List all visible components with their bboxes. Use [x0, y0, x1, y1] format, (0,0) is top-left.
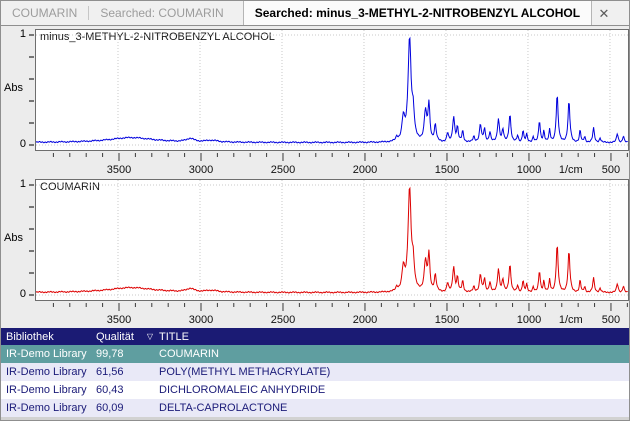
svg-text:3500: 3500: [107, 164, 131, 176]
column-header-qualitaet-label: Qualität: [96, 331, 134, 343]
cell-title: DELTA-CAPROLACTONE: [159, 402, 629, 414]
tab-coumarin[interactable]: COUMARIN: [1, 1, 88, 25]
table-row-delta-caprolactone[interactable]: IR-Demo Library 60,09 DELTA-CAPROLACTONE: [1, 399, 629, 417]
column-header-bibliothek[interactable]: Bibliothek: [1, 331, 91, 343]
svg-text:1500: 1500: [435, 314, 459, 326]
table-row-coumarin[interactable]: IR-Demo Library 99,78 COUMARIN: [1, 345, 629, 363]
spectra-panel: 1 Abs 0 minus_3-METHYL-2-NITROBENZYL ALC…: [1, 26, 629, 328]
svg-text:1/cm: 1/cm: [559, 164, 583, 176]
tab-searched-minus-3-methyl-2-nitrobenzyl-alcohol[interactable]: Searched: minus_3-METHYL-2-NITROBENZYL A…: [243, 1, 592, 25]
svg-text:2500: 2500: [271, 314, 295, 326]
table-row-dichloromaleic-anhydride[interactable]: IR-Demo Library 60,43 DICHLOROMALEIC ANH…: [1, 381, 629, 399]
svg-text:1000: 1000: [517, 314, 541, 326]
cell-title: DICHLOROMALEIC ANHYDRIDE: [159, 384, 629, 396]
cell-quality: 60,43: [91, 384, 159, 396]
plot-area-reference[interactable]: COUMARIN: [35, 179, 629, 301]
spectrum-block-reference: 1 Abs 0 COUMARIN 3500 3000 2500 2000 1500 100…: [1, 179, 629, 328]
cell-title: COUMARIN: [159, 348, 629, 360]
cell-library: IR-Demo Library: [1, 402, 91, 414]
search-results-table: Bibliothek Qualität ▽ TITLE IR-Demo Libr…: [1, 328, 629, 417]
y-axis-searched: 1 Abs 0: [1, 29, 35, 151]
table-header: Bibliothek Qualität ▽ TITLE: [1, 328, 629, 345]
svg-text:500: 500: [602, 164, 620, 176]
cell-library: IR-Demo Library: [1, 348, 91, 360]
close-icon[interactable]: ✕: [595, 1, 613, 26]
svg-text:2500: 2500: [271, 164, 295, 176]
bottom-strip: [1, 417, 629, 420]
svg-text:3500: 3500: [107, 314, 131, 326]
application-window: COUMARIN Searched: COUMARIN Searched: mi…: [0, 0, 630, 421]
plot-area-searched[interactable]: minus_3-METHYL-2-NITROBENZYL ALCOHOL: [35, 29, 629, 151]
tab-searched-coumarin[interactable]: Searched: COUMARIN: [89, 1, 234, 25]
cell-quality: 99,78: [91, 348, 159, 360]
svg-text:1000: 1000: [517, 164, 541, 176]
x-axis-reference: 3500 3000 2500 2000 1500 1000 1/cm 500: [36, 301, 630, 328]
cell-quality: 60,09: [91, 402, 159, 414]
column-header-qualitaet[interactable]: Qualität ▽: [91, 331, 159, 343]
svg-text:2000: 2000: [353, 164, 377, 176]
y-axis-reference: 1 Abs 0: [1, 179, 35, 301]
svg-text:3000: 3000: [189, 314, 213, 326]
cell-title: POLY(METHYL METHACRYLATE): [159, 366, 629, 378]
tab-bar: COUMARIN Searched: COUMARIN Searched: mi…: [1, 1, 629, 26]
svg-text:3000: 3000: [189, 164, 213, 176]
cell-library: IR-Demo Library: [1, 366, 91, 378]
svg-text:500: 500: [602, 314, 620, 326]
x-axis-searched: 3500 3000 2500 2000 1500 1000 1/cm 500: [36, 151, 630, 179]
table-row-pmma[interactable]: IR-Demo Library 61,56 POLY(METHYL METHAC…: [1, 363, 629, 381]
svg-text:2000: 2000: [353, 314, 377, 326]
cell-quality: 61,56: [91, 366, 159, 378]
cell-library: IR-Demo Library: [1, 384, 91, 396]
svg-text:1/cm: 1/cm: [559, 314, 583, 326]
spectrum-block-searched: 1 Abs 0 minus_3-METHYL-2-NITROBENZYL ALC…: [1, 29, 629, 179]
column-header-title[interactable]: TITLE: [159, 331, 629, 343]
svg-text:1500: 1500: [435, 164, 459, 176]
sort-descending-icon: ▽: [147, 332, 153, 341]
